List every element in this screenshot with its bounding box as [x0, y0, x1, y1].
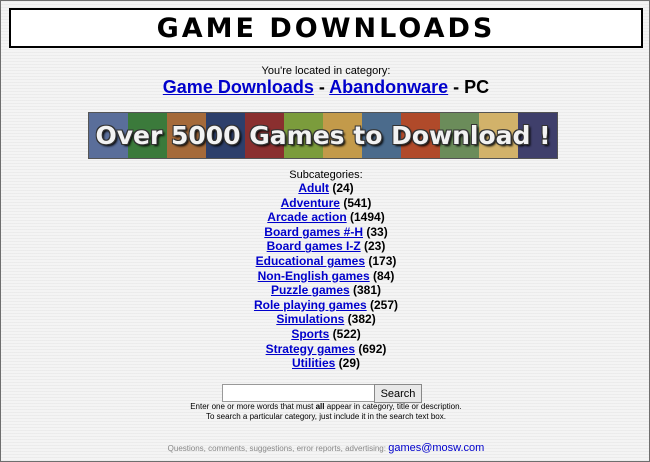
search-help-line1-a: Enter one or more words that must: [190, 402, 316, 411]
subcategory-count: (381): [353, 283, 382, 298]
subcategory-item: Arcade action (1494): [1, 210, 650, 225]
search-help-text: Enter one or more words that must all ap…: [1, 402, 650, 422]
site-header: GAME DOWNLOADS: [9, 8, 643, 48]
banner-text: Over 5000 Games to Download !: [95, 121, 551, 150]
subcategory-link[interactable]: Adult: [298, 181, 329, 195]
search-help-line1-emphasis: all: [315, 402, 325, 411]
search-help-line1-c: appear in category, title or description…: [324, 402, 462, 411]
subcategory-item: Sports (522): [1, 327, 650, 342]
subcategory-link[interactable]: Simulations: [276, 312, 344, 326]
subcategory-item: Educational games (173): [1, 254, 650, 269]
subcategory-link[interactable]: Non-English games: [258, 269, 370, 283]
subcategory-link[interactable]: Sports: [291, 327, 329, 341]
subcategory-count: (173): [368, 253, 397, 268]
subcategory-link[interactable]: Adventure: [281, 196, 340, 210]
subcategory-count: (541): [343, 195, 372, 210]
footer: Questions, comments, suggestions, error …: [1, 442, 650, 454]
subcategories-label: Subcategories:: [289, 169, 363, 181]
location-label: You're located in category:: [261, 65, 391, 77]
subcategory-count: (692): [358, 341, 387, 356]
search-button[interactable]: Search: [374, 384, 422, 403]
subcategory-link[interactable]: Puzzle games: [271, 283, 350, 297]
subcategory-count: (522): [332, 326, 361, 341]
subcategory-link[interactable]: Board games #-H: [264, 225, 363, 239]
breadcrumb-platform: - PC: [448, 77, 490, 97]
subcategory-count: (33): [366, 224, 388, 239]
subcategory-count: (24): [332, 181, 354, 195]
site-title: GAME DOWNLOADS: [156, 12, 496, 44]
search-help-line2: To search a particular category, just in…: [206, 412, 446, 421]
subcategory-item: Board games I-Z (23): [1, 239, 650, 254]
subcategory-link[interactable]: Strategy games: [266, 342, 355, 356]
page-frame: GAME DOWNLOADS You're located in categor…: [0, 0, 650, 462]
subcategory-item: Non-English games (84): [1, 269, 650, 284]
subcategory-count: (23): [364, 239, 386, 254]
subcategory-list: Adult (24) Adventure (541) Arcade action (…: [1, 181, 650, 371]
breadcrumb-game-downloads-link[interactable]: Game Downloads: [163, 77, 314, 97]
subcategory-item: Simulations (382): [1, 312, 650, 327]
subcategory-link[interactable]: Utilities: [292, 356, 335, 370]
breadcrumb-separator: -: [313, 77, 330, 97]
subcategory-link[interactable]: Arcade action: [267, 210, 346, 224]
promo-banner[interactable]: Over 5000 Games to Download !: [88, 112, 558, 159]
breadcrumb: Game Downloads - Abandonware - PC: [1, 77, 650, 98]
subcategory-link[interactable]: Educational games: [256, 254, 365, 268]
subcategory-count: (29): [338, 356, 361, 371]
subcategory-item: Adult (24): [1, 181, 650, 196]
subcategory-item: Puzzle games (381): [1, 283, 650, 298]
subcategory-count: (382): [347, 312, 376, 327]
subcategory-link[interactable]: Board games I-Z: [267, 239, 361, 253]
subcategory-count: (257): [370, 297, 399, 312]
breadcrumb-abandonware-link[interactable]: Abandonware: [329, 77, 448, 97]
subcategory-item: Role playing games (257): [1, 298, 650, 313]
subcategory-count: (84): [373, 268, 395, 283]
footer-text: Questions, comments, suggestions, error …: [167, 444, 389, 453]
search-input[interactable]: [222, 384, 375, 402]
subcategory-item: Board games #-H (33): [1, 225, 650, 240]
footer-email-link[interactable]: games@mosw.com: [388, 442, 484, 454]
subcategory-item: Adventure (541): [1, 196, 650, 211]
subcategory-link[interactable]: Role playing games: [254, 298, 367, 312]
subcategory-item: Strategy games (692): [1, 342, 650, 357]
subcategory-item: Utilities (29): [1, 356, 650, 371]
subcategory-count: (1494): [350, 210, 385, 225]
